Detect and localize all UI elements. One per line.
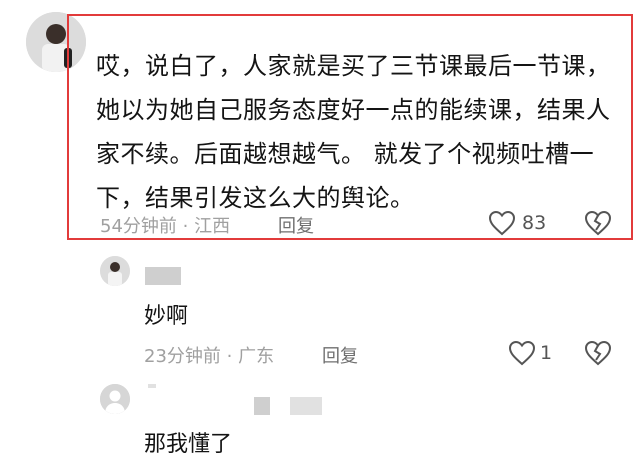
comment-1-time: 54分钟前 [100,216,177,237]
comment-3-username-blurred-2 [254,397,270,415]
comment-2-username-blurred [145,267,181,285]
comment-2-time: 23分钟前 [144,346,221,367]
comment-3-username-blurred-3 [290,397,322,415]
comment-2-reply-button[interactable]: 回复 [322,342,358,368]
comment-2-location: 广东 [238,346,275,367]
comment-3-username-blurred-1 [148,384,156,388]
meta-separator: · [182,216,195,237]
comment-2-meta: 23分钟前 · 广东 [144,342,274,368]
comment-2-like-count: 1 [540,342,553,364]
comment-2-text: 妙啊 [144,304,189,329]
broken-heart-icon[interactable] [584,340,612,366]
broken-heart-icon[interactable] [584,210,612,236]
comment-1-text: 哎，说白了，人家就是买了三节课最后一节课，她以为她自己服务态度好一点的能续课，结… [96,52,611,212]
comment-1-reply-button[interactable]: 回复 [278,212,314,238]
comment-3-avatar[interactable] [100,384,130,414]
comment-2-avatar[interactable] [100,256,130,286]
comment-1-like-button[interactable]: 83 [488,208,568,240]
meta-separator: · [226,346,239,367]
comment-1-meta: 54分钟前 · 江西 [100,212,230,238]
heart-icon [508,340,536,366]
heart-icon [488,210,516,236]
comment-3-text: 那我懂了 [144,432,233,457]
comment-1-location: 江西 [194,216,231,237]
comment-1-like-count: 83 [522,212,547,234]
comment-2-like-button[interactable]: 1 [508,338,568,370]
